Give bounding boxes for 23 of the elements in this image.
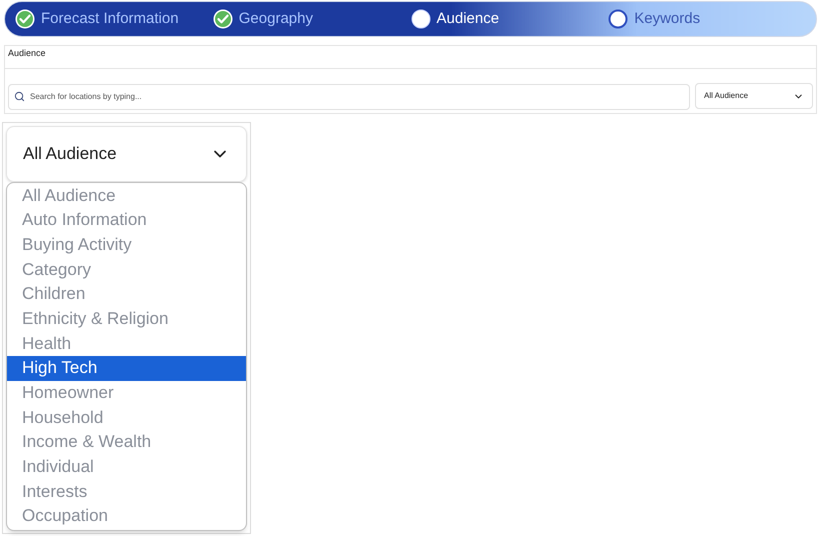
dropdown-option[interactable]: Ethnicity & Religion bbox=[7, 306, 246, 332]
dropdown-option[interactable]: Children bbox=[7, 282, 246, 307]
panel-title: Audience bbox=[5, 46, 816, 69]
dropdown-option[interactable]: Category bbox=[7, 258, 246, 282]
search-icon bbox=[14, 90, 25, 102]
step[interactable]: Geography bbox=[212, 8, 410, 30]
dropdown-option[interactable]: Health bbox=[7, 332, 246, 356]
step[interactable]: Keywords bbox=[608, 8, 806, 30]
dropdown-option[interactable]: Homeowner bbox=[7, 381, 246, 406]
dropdown-option[interactable]: Household bbox=[7, 406, 246, 430]
dropdown-option[interactable]: High Tech bbox=[7, 356, 246, 381]
dropdown-option[interactable]: Interests bbox=[7, 480, 246, 504]
dropdown-option[interactable]: All Audience bbox=[7, 184, 246, 208]
dropdown-option[interactable]: Occupation bbox=[7, 504, 246, 530]
audience-dropdown[interactable]: All Audience bbox=[6, 126, 247, 182]
dropdown-option[interactable]: Individual bbox=[7, 455, 246, 480]
audience-select[interactable]: All Audience bbox=[695, 83, 813, 109]
search-field[interactable]: Search for locations by typing... bbox=[8, 84, 690, 110]
step[interactable]: Forecast Information bbox=[15, 8, 213, 30]
dropdown-option[interactable]: Auto Information bbox=[7, 208, 246, 233]
dropdown-option[interactable]: Income & Wealth bbox=[7, 430, 246, 456]
step[interactable]: Audience bbox=[410, 8, 608, 30]
dropdown-option[interactable]: Buying Activity bbox=[7, 232, 246, 258]
